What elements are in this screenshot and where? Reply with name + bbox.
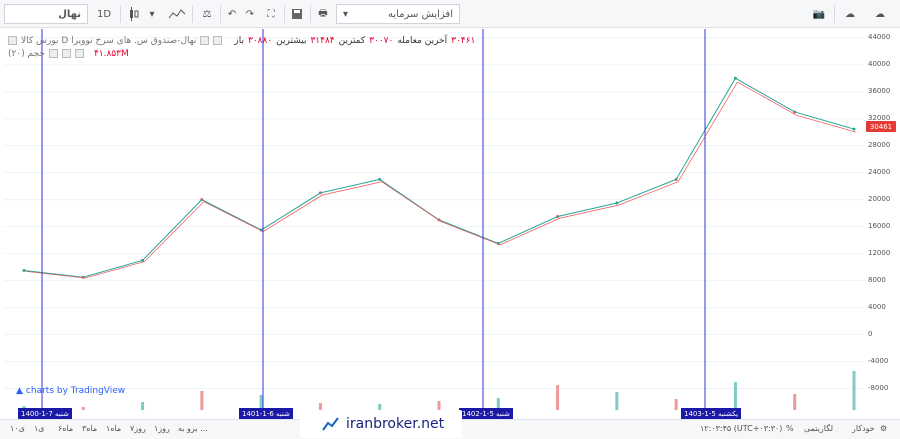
- legend-close-icon[interactable]: [213, 36, 223, 45]
- range-button[interactable]: ۱ی: [34, 424, 45, 433]
- redo-icon[interactable]: ↷: [242, 4, 258, 24]
- high-label: بیشترین: [276, 35, 307, 46]
- price-axis-tick: 24000: [868, 167, 891, 176]
- price-axis-tick: 40000: [868, 59, 891, 68]
- price-axis-tick: -8000: [868, 383, 889, 392]
- legend-settings-icon[interactable]: [8, 36, 17, 45]
- price-axis-tick: 8000: [868, 275, 886, 284]
- time-display: ۱۲:۰۳:۴۵ (UTC+۰۳:۳۰): [700, 424, 783, 433]
- date-marker-label: 1403-1-5 یکشنبه: [681, 408, 742, 419]
- volume-bar: [318, 403, 322, 410]
- price-axis-tick: 16000: [868, 221, 891, 230]
- percent-toggle[interactable]: %: [786, 424, 794, 433]
- volume-bar: [200, 391, 204, 410]
- range-button[interactable]: برو به ...: [178, 424, 208, 433]
- print-icon[interactable]: 🖶: [314, 4, 332, 24]
- tradingview-credit[interactable]: ▲ charts by TradingView: [16, 386, 125, 396]
- tradingview-text: charts by TradingView: [25, 386, 126, 396]
- symbol-input[interactable]: نهال: [4, 4, 88, 24]
- range-button[interactable]: ۶ماه: [58, 424, 73, 433]
- price-axis-tick: 20000: [868, 194, 891, 203]
- chevron-down-icon: ▾: [343, 8, 349, 20]
- price-series-line-red: [25, 81, 857, 279]
- range-button[interactable]: ۳ماه: [82, 424, 97, 433]
- settings-gear-icon[interactable]: ⚙: [880, 424, 887, 433]
- volume-label: حجم (۲۰): [8, 48, 45, 59]
- watermark: iranbroker.net: [300, 410, 462, 438]
- price-axis-tick: 0: [868, 329, 873, 338]
- range-button[interactable]: ۷روز: [130, 424, 146, 433]
- range-button[interactable]: ۱ماه: [106, 424, 121, 433]
- legend-eye-icon[interactable]: [200, 36, 210, 45]
- volume-value: ۴۱.۸۵۳M: [93, 48, 129, 59]
- volume-close-icon[interactable]: [74, 49, 84, 58]
- date-marker-label: 1402-1-5 شنبه: [459, 408, 513, 419]
- price-axis-tick: -4000: [868, 356, 889, 365]
- interval-button[interactable]: 1D: [92, 4, 116, 24]
- open-value: ۳۰۸۸۰: [247, 35, 273, 46]
- price-axis-tick: 28000: [868, 140, 891, 149]
- open-label: باز: [234, 35, 244, 46]
- volume-bar: [852, 371, 856, 410]
- auto-toggle[interactable]: خودکار: [852, 424, 875, 433]
- price-axis-tick: 44000: [868, 32, 891, 41]
- volume-bar: [141, 402, 145, 410]
- watermark-text: iranbroker.net: [346, 416, 445, 432]
- tradingview-logo-icon: ▲: [16, 386, 23, 396]
- price-series-line: [23, 77, 855, 278]
- price-axis-tick: 4000: [868, 302, 886, 311]
- volume-bar: [615, 392, 619, 410]
- date-marker-label: 1401-1-6 شنبه: [239, 408, 293, 419]
- broker-logo-icon: [322, 417, 339, 431]
- camera-icon[interactable]: 📷: [808, 4, 830, 24]
- legend: بورس کالا D نهال-صندوق س. های سرخ نوویرا…: [8, 34, 475, 60]
- volume-bar: [674, 399, 678, 410]
- price-axis-tick: 12000: [868, 248, 891, 257]
- price-axis-tick: 36000: [868, 86, 891, 95]
- undo-icon[interactable]: ↶: [224, 4, 240, 24]
- top-toolbar: نهال 1D ▾ ⚖ ↶ ↷ ⛶ 🖶 ▾ افزایش سرمایه 📷 ☁ …: [0, 0, 900, 28]
- compare-select[interactable]: ▾ افزایش سرمایه: [336, 4, 460, 24]
- low-label: کمترین: [338, 35, 366, 46]
- compare-icon[interactable]: ⚖: [198, 4, 216, 24]
- indicators-icon[interactable]: [166, 4, 188, 24]
- volume-eye-icon[interactable]: [61, 49, 71, 58]
- price-chart[interactable]: [4, 29, 864, 410]
- chart-type-dropdown-icon[interactable]: ▾: [146, 4, 158, 24]
- volume-bar: [81, 407, 85, 410]
- log-toggle[interactable]: لگاریتمی: [804, 424, 833, 433]
- volume-bar: [437, 401, 441, 410]
- volume-bar: [793, 394, 797, 410]
- last-value: ۳۰۴۶۱: [451, 35, 476, 46]
- candles-icon[interactable]: [126, 4, 142, 24]
- date-marker-label: 1400-1-7 شنبه: [18, 408, 72, 419]
- volume-bar: [733, 382, 737, 410]
- save-icon[interactable]: [288, 4, 306, 24]
- fullscreen-icon[interactable]: ⛶: [262, 4, 280, 24]
- volume-settings-icon[interactable]: [48, 49, 58, 58]
- range-button[interactable]: ۱روز: [154, 424, 170, 433]
- cloud-download-icon[interactable]: ☁: [838, 4, 862, 24]
- last-label: آخرین معامله: [397, 35, 448, 46]
- last-price-tag: 30461: [866, 121, 896, 132]
- volume-bar: [556, 385, 560, 410]
- high-value: ۳۱۴۸۴: [310, 35, 335, 46]
- low-value: ۳۰۰۷۰: [369, 35, 394, 46]
- range-button[interactable]: ۱۰ی: [10, 424, 25, 433]
- compare-select-label: افزایش سرمایه: [387, 8, 453, 20]
- legend-title: بورس کالا D نهال-صندوق س. های سرخ نوویرا: [21, 35, 197, 46]
- cloud-upload-icon[interactable]: ☁: [868, 4, 892, 24]
